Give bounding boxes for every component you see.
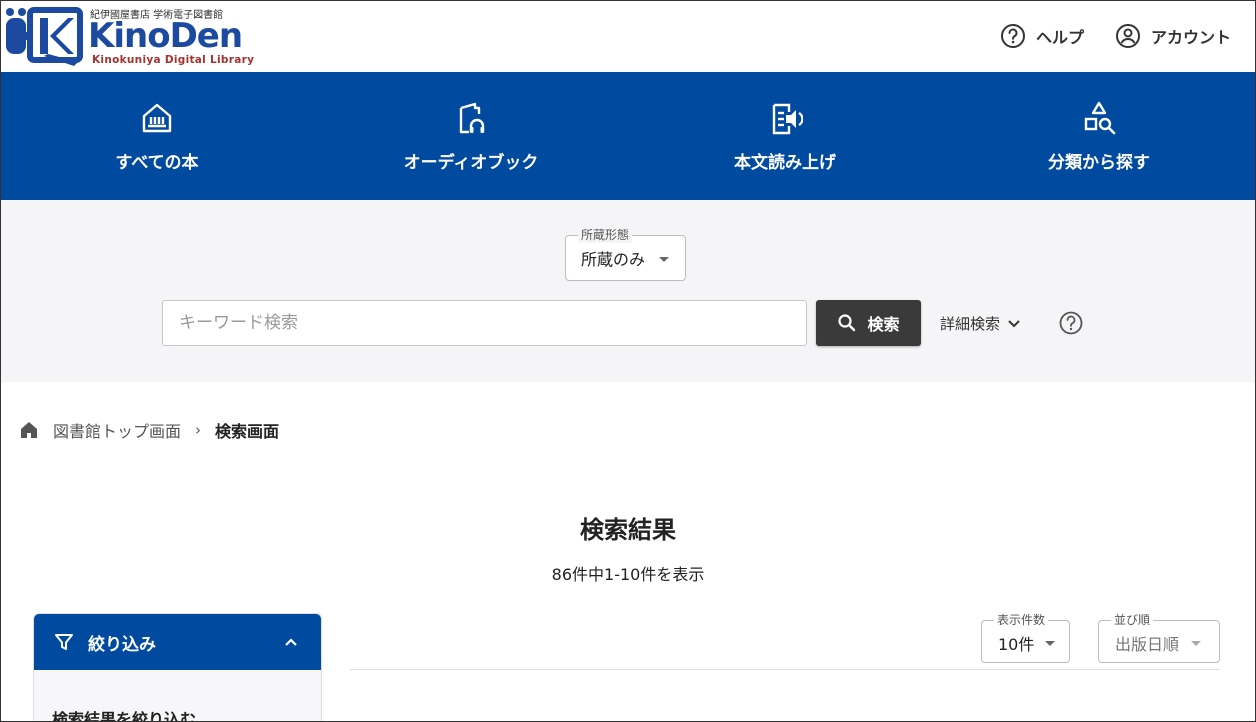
home-icon[interactable] — [19, 420, 39, 440]
breadcrumb-home-link[interactable]: 図書館トップ画面 — [53, 418, 181, 442]
holding-type-select[interactable]: 所蔵形態 所蔵のみ — [565, 227, 686, 281]
search-button-label: 検索 — [867, 315, 900, 334]
chevron-down-icon — [1008, 320, 1020, 328]
help-label: ヘルプ — [1036, 28, 1085, 47]
audiobook-icon — [459, 102, 485, 133]
help-circle-icon — [1059, 311, 1083, 335]
sort-order-label: 並び順 — [1111, 612, 1154, 628]
per-page-value: 10件 — [998, 635, 1035, 654]
search-icon — [838, 314, 856, 332]
nav-label: オーディオブック — [403, 152, 539, 173]
sort-order-select[interactable]: 並び順 出版日順 — [1098, 612, 1220, 663]
results-count: 86件中1-10件を表示 — [551, 565, 705, 584]
nav-label: すべての本 — [115, 152, 199, 173]
advanced-search-toggle[interactable]: 詳細検索 — [940, 311, 1022, 335]
per-page-label: 表示件数 — [994, 612, 1049, 628]
nav-item-all-books[interactable]: すべての本 — [0, 72, 314, 200]
dropdown-caret-icon — [1191, 641, 1201, 646]
dropdown-caret-icon — [659, 257, 669, 262]
nav-item-read-aloud[interactable]: 本文読み上げ — [628, 72, 942, 200]
account-link[interactable]: アカウント — [1115, 22, 1231, 50]
main-nav: すべての本 オーディオブック 本文読み上げ 分類から探す — [0, 72, 1256, 200]
nav-item-category-search[interactable]: 分類から探す — [942, 72, 1256, 200]
search-area: 所蔵形態 所蔵のみ 検索 詳細検索 — [0, 200, 1256, 382]
read-aloud-icon — [772, 103, 803, 134]
chevron-up-icon — [285, 638, 297, 646]
logo-wordmark: KinoDen — [88, 16, 243, 56]
help-circle-icon — [1001, 24, 1025, 48]
filter-icon — [55, 634, 73, 650]
filter-panel-body: 検索結果を絞り込む — [34, 670, 321, 722]
filter-panel: 絞り込み 検索結果を絞り込む — [33, 613, 322, 722]
breadcrumb: 図書館トップ画面 › 検索画面 — [19, 418, 279, 442]
dropdown-caret-icon — [1045, 641, 1055, 646]
search-help-button[interactable] — [1058, 310, 1084, 340]
advanced-search-label: 詳細検索 — [940, 314, 1001, 333]
results-divider — [350, 669, 1220, 670]
account-label: アカウント — [1151, 28, 1232, 47]
kinoden-logo-icon — [6, 7, 83, 66]
filter-title: 絞り込み — [88, 634, 156, 655]
help-link[interactable]: ヘルプ — [1000, 22, 1084, 50]
breadcrumb-separator: › — [195, 421, 202, 439]
nav-label: 分類から探す — [1048, 152, 1150, 173]
nav-item-audiobook[interactable]: オーディオブック — [314, 72, 628, 200]
per-page-select[interactable]: 表示件数 10件 — [981, 612, 1070, 663]
filter-panel-header[interactable]: 絞り込み — [34, 614, 321, 670]
keyword-search-input[interactable] — [162, 300, 807, 346]
holding-type-label: 所蔵形態 — [578, 227, 633, 243]
kinoden-logo[interactable]: 紀伊國屋書店 学術電子図書館 KinoDen Kinokuniya Digita… — [4, 4, 254, 68]
account-circle-icon — [1116, 24, 1140, 48]
library-icon — [142, 103, 172, 132]
search-button[interactable]: 検索 — [816, 300, 921, 346]
category-search-icon — [1084, 101, 1116, 134]
holding-type-value: 所蔵のみ — [581, 250, 646, 269]
site-header: 紀伊國屋書店 学術電子図書館 KinoDen Kinokuniya Digita… — [0, 0, 1256, 72]
sort-order-value: 出版日順 — [1115, 635, 1180, 654]
page-title: 検索結果 — [580, 516, 676, 544]
logo-tagline-english: Kinokuniya Digital Library — [92, 54, 255, 66]
nav-label: 本文読み上げ — [734, 152, 836, 173]
filter-subtitle: 検索結果を絞り込む — [52, 710, 197, 722]
breadcrumb-current: 検索画面 — [215, 422, 280, 441]
